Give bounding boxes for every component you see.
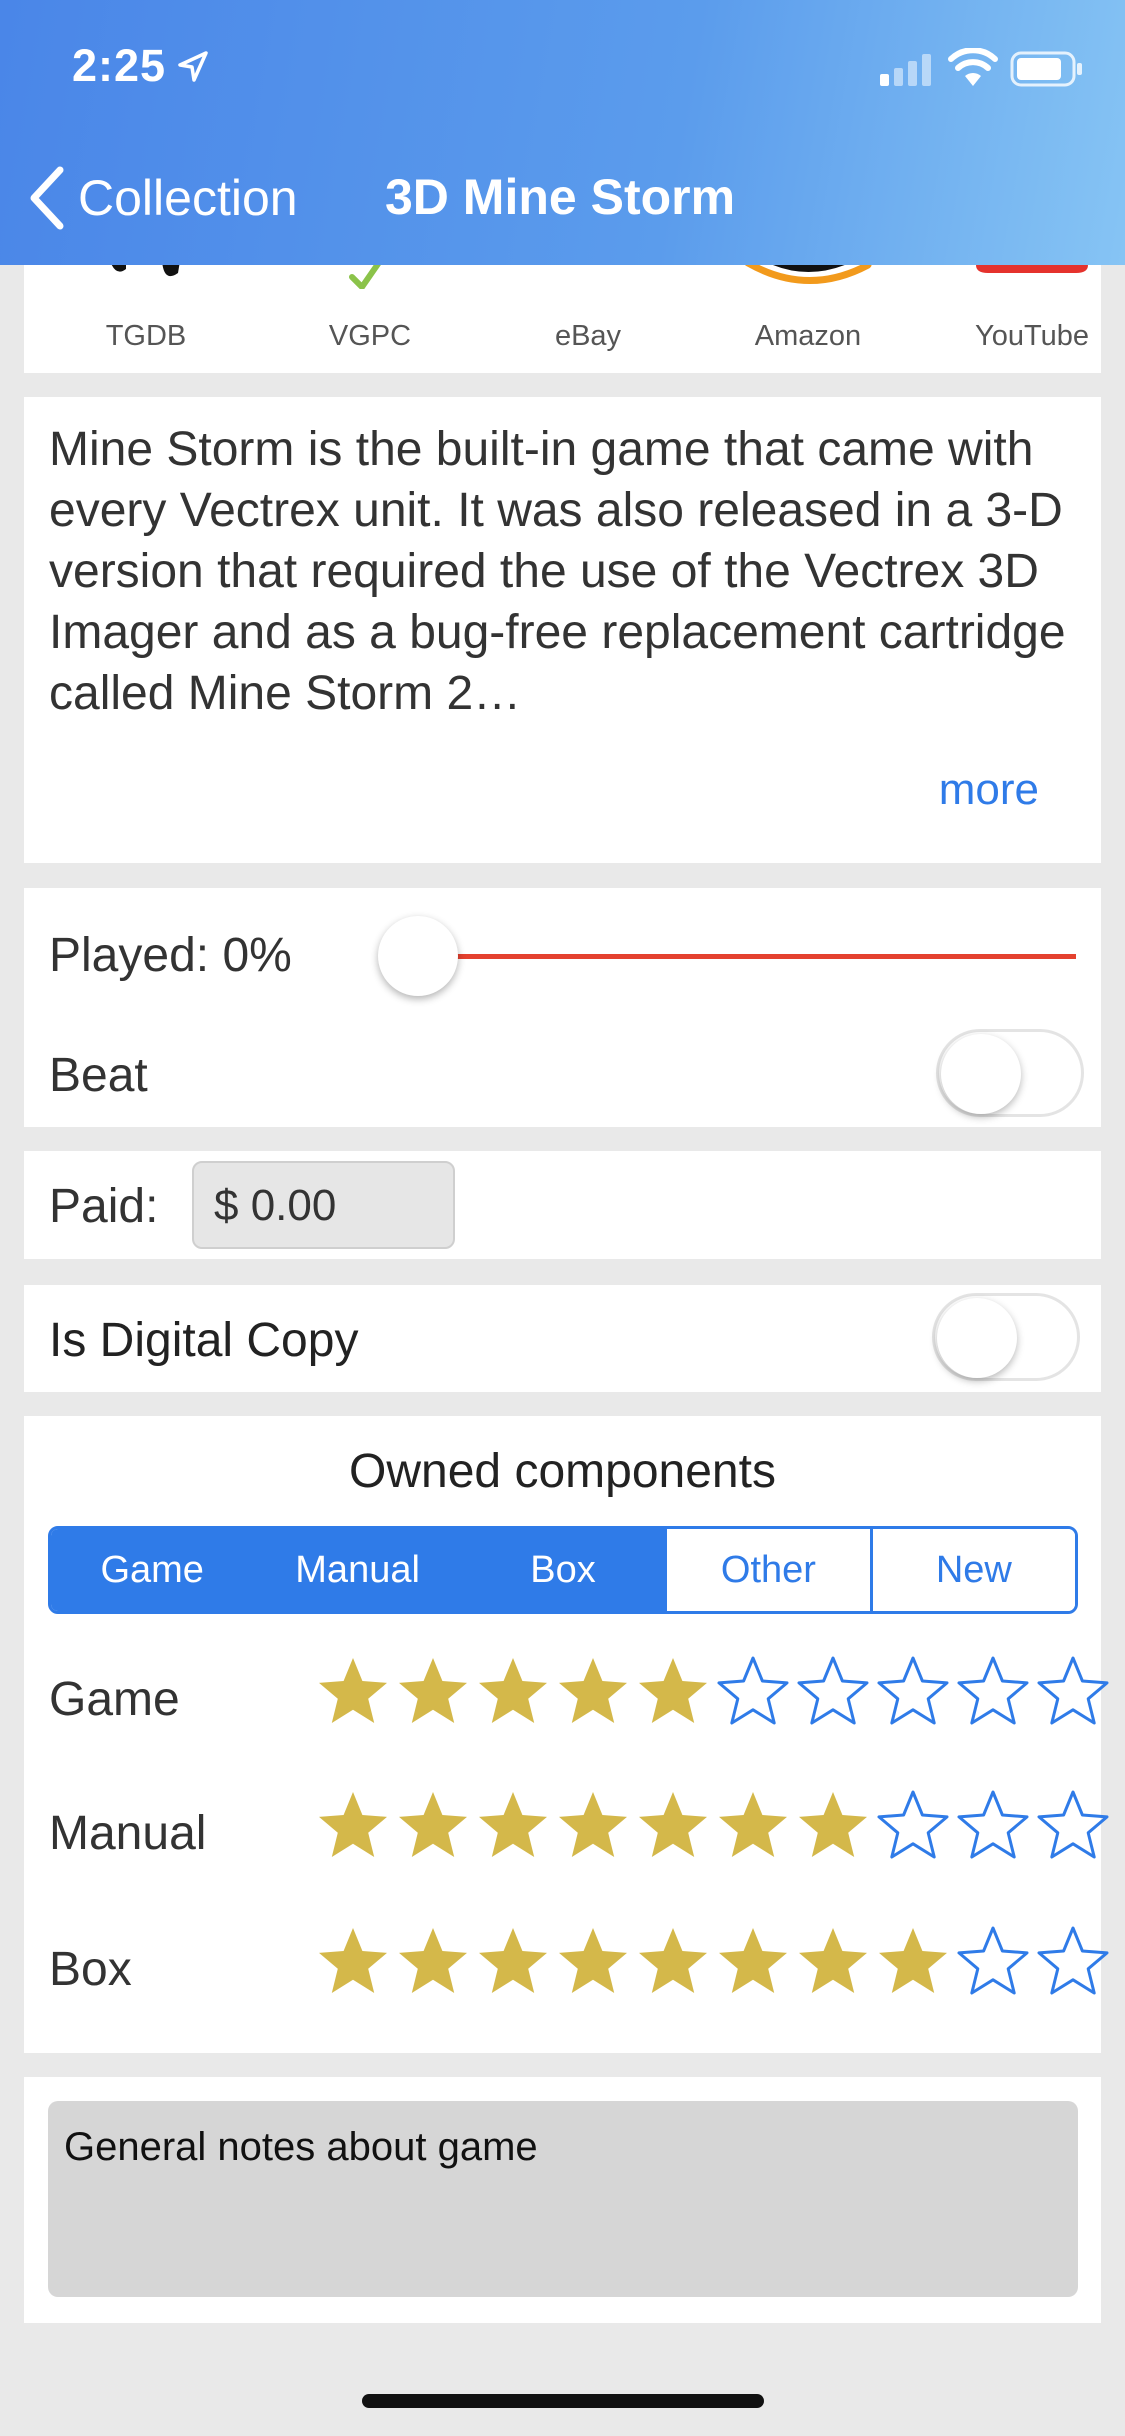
toggle-knob [941, 1034, 1021, 1114]
star-filled-icon[interactable] [873, 1924, 953, 2004]
rating-label: Manual [49, 1807, 207, 1860]
location-arrow-icon [178, 51, 208, 82]
star-filled-icon[interactable] [473, 1788, 553, 1868]
cellular-signal-icon [880, 54, 931, 86]
paid-input[interactable]: $ 0.00 [192, 1161, 455, 1249]
link-label: Amazon [754, 320, 862, 352]
owned-components-card: Owned components Game Manual Box Other N… [24, 1416, 1109, 2053]
played-slider-thumb[interactable] [378, 916, 458, 996]
star-filled-icon[interactable] [793, 1924, 873, 2004]
star-empty-icon[interactable] [1033, 1654, 1113, 1734]
rating-row-manual: Manual [49, 1788, 1109, 1878]
link-vgpc[interactable]: VGPC [290, 265, 450, 373]
toggle-knob [937, 1298, 1017, 1378]
paid-label: Paid: [49, 1180, 159, 1233]
star-rating [313, 1654, 1113, 1734]
star-empty-icon[interactable] [873, 1788, 953, 1868]
star-filled-icon[interactable] [393, 1788, 473, 1868]
chevron-left-icon [30, 166, 64, 230]
tgdb-icon [111, 265, 180, 276]
star-empty-icon[interactable] [953, 1924, 1033, 2004]
star-filled-icon[interactable] [393, 1924, 473, 2004]
rating-label: Box [49, 1943, 132, 1996]
star-filled-icon[interactable] [473, 1924, 553, 2004]
owned-components-title: Owned components [349, 1445, 776, 1498]
notes-card: General notes about game [24, 2077, 1101, 2323]
nav-header: 2:25 Collection 3D Mine Storm [0, 0, 1125, 265]
back-button-label: Collection [78, 170, 298, 226]
star-filled-icon[interactable] [313, 1654, 393, 1734]
beat-toggle[interactable] [936, 1029, 1084, 1117]
star-filled-icon[interactable] [633, 1924, 713, 2004]
star-filled-icon[interactable] [553, 1924, 633, 2004]
rating-row-box: Box [49, 1924, 1109, 2014]
star-filled-icon[interactable] [793, 1788, 873, 1868]
home-indicator [362, 2394, 764, 2408]
star-filled-icon[interactable] [713, 1924, 793, 2004]
star-empty-icon[interactable] [953, 1788, 1033, 1868]
vgpc-icon [349, 265, 381, 289]
star-rating [313, 1924, 1113, 2004]
star-rating [313, 1788, 1113, 1868]
star-empty-icon[interactable] [793, 1654, 873, 1734]
star-empty-icon[interactable] [713, 1654, 793, 1734]
digital-copy-toggle[interactable] [932, 1293, 1080, 1381]
segment-box[interactable]: Box [461, 1529, 668, 1611]
link-label: VGPC [328, 320, 412, 352]
segment-other[interactable]: Other [667, 1529, 873, 1611]
segment-new[interactable]: New [872, 1529, 1075, 1611]
link-amazon[interactable]: Amazon [728, 265, 888, 373]
components-segmented-control: Game Manual Box Other New [48, 1526, 1078, 1614]
star-filled-icon[interactable] [633, 1654, 713, 1734]
link-youtube[interactable]: YouTube [952, 265, 1101, 373]
star-empty-icon[interactable] [953, 1654, 1033, 1734]
beat-label: Beat [49, 1049, 148, 1102]
status-time: 2:25 [72, 40, 167, 91]
digital-copy-label: Is Digital Copy [49, 1314, 359, 1367]
link-tgdb[interactable]: TGDB [66, 265, 226, 373]
youtube-icon [976, 265, 1088, 273]
segment-game[interactable]: Game [51, 1529, 257, 1611]
star-filled-icon[interactable] [393, 1654, 473, 1734]
notes-textarea[interactable]: General notes about game [48, 2101, 1078, 2297]
more-link[interactable]: more [939, 765, 1039, 815]
star-filled-icon[interactable] [313, 1788, 393, 1868]
star-filled-icon[interactable] [553, 1654, 633, 1734]
wifi-icon [948, 48, 998, 86]
star-filled-icon[interactable] [473, 1654, 553, 1734]
star-filled-icon[interactable] [313, 1924, 393, 2004]
played-slider-track[interactable] [416, 954, 1076, 959]
star-filled-icon[interactable] [713, 1788, 793, 1868]
progress-card: Played: 0% Beat [24, 888, 1101, 1127]
page-title: 3D Mine Storm [385, 169, 736, 225]
back-button[interactable]: Collection [26, 160, 298, 236]
digital-copy-card: Is Digital Copy [24, 1285, 1101, 1392]
link-ebay[interactable]: eBay [508, 265, 668, 373]
description-card: Mine Storm is the built-in game that cam… [24, 397, 1101, 863]
external-links-row: TGDB VGPC eBay Amazon YouTube [24, 265, 1101, 373]
rating-label: Game [49, 1673, 180, 1726]
star-filled-icon[interactable] [553, 1788, 633, 1868]
star-empty-icon[interactable] [1033, 1924, 1113, 2004]
battery-icon [1010, 51, 1082, 87]
star-empty-icon[interactable] [873, 1654, 953, 1734]
paid-card: Paid: $ 0.00 [24, 1151, 1101, 1259]
rating-row-game: Game [49, 1654, 1109, 1744]
played-label: Played: 0% [49, 929, 292, 982]
amazon-icon [745, 265, 872, 284]
description-text: Mine Storm is the built-in game that cam… [49, 423, 1066, 720]
star-filled-icon[interactable] [633, 1788, 713, 1868]
star-empty-icon[interactable] [1033, 1788, 1113, 1868]
link-label: YouTube [975, 320, 1089, 352]
link-label: eBay [554, 320, 622, 352]
link-label: TGDB [105, 320, 187, 352]
segment-manual[interactable]: Manual [256, 1529, 462, 1611]
